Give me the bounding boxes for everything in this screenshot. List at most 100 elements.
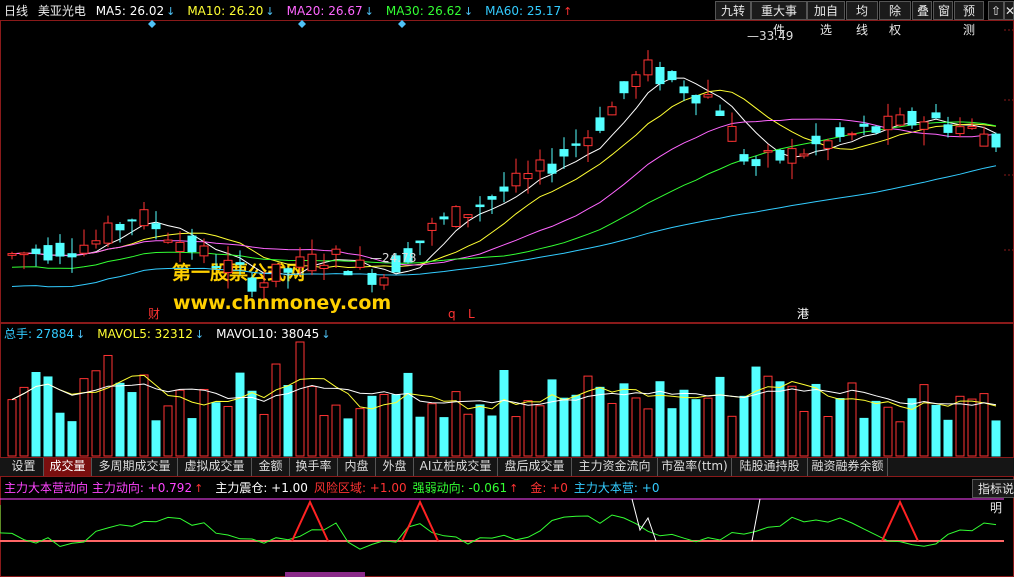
volume-bar	[655, 381, 665, 457]
candle-body	[31, 248, 41, 255]
volume-bar	[775, 381, 785, 457]
candle-body	[871, 126, 881, 133]
kline-chart[interactable]: —33.49 —24.78 财 q L 港	[0, 0, 1014, 577]
event-marker: 财	[148, 307, 160, 321]
candle-body	[811, 135, 821, 145]
volume-bar	[91, 370, 101, 457]
volume-bar	[691, 399, 701, 457]
candle-body	[487, 196, 497, 200]
volume-bar	[151, 420, 161, 457]
volume-bar	[895, 421, 905, 457]
candle-body	[883, 115, 893, 131]
event-marker: q	[448, 307, 456, 321]
candle-body	[379, 277, 389, 286]
candle-body	[235, 262, 245, 265]
candle-body	[415, 240, 425, 244]
candle-body	[943, 124, 953, 133]
volume-bar	[535, 405, 545, 457]
volume-bar	[943, 419, 953, 457]
candle-body	[43, 245, 53, 261]
candle-body	[355, 259, 365, 268]
volume-bar	[847, 382, 857, 457]
event-marker: 港	[797, 307, 809, 321]
event-marker: L	[468, 307, 475, 321]
high-price-label: —33.49	[747, 29, 793, 43]
volume-bar	[415, 416, 425, 457]
volume-bar	[607, 402, 617, 457]
volume-bar	[751, 366, 761, 457]
volume-bar	[319, 415, 329, 457]
volume-bar	[259, 413, 269, 457]
candle-body	[199, 245, 209, 257]
volume-bar	[907, 398, 917, 457]
volume-bar	[823, 416, 833, 457]
volume-bar	[991, 420, 1001, 457]
risk-spike	[881, 499, 919, 542]
candle-body	[367, 272, 377, 285]
candle-body	[547, 163, 557, 174]
volume-bar	[703, 397, 713, 457]
volume-bar	[511, 416, 521, 457]
volume-bar	[283, 385, 293, 457]
volume-bar	[235, 372, 245, 457]
candle-body	[895, 114, 905, 126]
candle-body	[7, 253, 17, 256]
candle-body	[511, 172, 521, 187]
volume-bar	[187, 418, 197, 457]
event-diamond-icon	[148, 20, 156, 28]
candle-body	[619, 81, 629, 94]
volume-bar	[439, 417, 449, 457]
volume-bar	[175, 389, 185, 457]
candle-body	[559, 149, 569, 157]
candle-body	[19, 252, 29, 256]
candle-body	[979, 133, 989, 147]
candle-body	[667, 71, 677, 81]
volume-bar	[715, 376, 725, 457]
candle-body	[715, 110, 725, 117]
candle-body	[571, 143, 581, 146]
volume-bar	[679, 389, 689, 457]
candle-body	[295, 256, 305, 268]
volume-bar	[919, 384, 929, 457]
candle-body	[991, 133, 1001, 148]
volume-bar	[799, 410, 809, 457]
candle-body	[931, 112, 941, 119]
candle-body	[283, 268, 293, 273]
candle-body	[187, 235, 197, 253]
volume-bar	[127, 392, 137, 457]
volume-bar	[571, 394, 581, 457]
volume-bar	[247, 390, 257, 457]
candle-body	[787, 148, 797, 164]
volume-bar	[835, 398, 845, 457]
candle-body	[679, 86, 689, 94]
volume-bar	[727, 415, 737, 457]
volume-bar	[115, 382, 125, 457]
candle-body	[655, 67, 665, 85]
volume-bar	[667, 408, 677, 457]
candle-body	[643, 59, 653, 76]
volume-bar	[367, 395, 377, 457]
candle-body	[847, 133, 857, 136]
volume-bar	[343, 418, 353, 457]
candle-body	[691, 94, 701, 104]
volume-bar	[139, 374, 149, 457]
volume-bar	[883, 406, 893, 457]
candle-body	[703, 94, 713, 98]
shakeout-line	[631, 498, 657, 542]
event-diamond-icon	[298, 20, 306, 28]
candle-body	[271, 263, 281, 282]
candle-body	[319, 264, 329, 270]
volume-bar	[967, 398, 977, 457]
volume-bar	[55, 412, 65, 457]
volume-bar	[499, 370, 509, 457]
candle-body	[907, 110, 917, 126]
volume-bar	[475, 404, 485, 457]
event-diamond-icon	[398, 20, 406, 28]
volume-bar	[427, 403, 437, 457]
candle-body	[151, 223, 161, 230]
candle-body	[823, 140, 833, 149]
candle-body	[427, 222, 437, 231]
candle-body	[751, 159, 761, 167]
volume-bar	[163, 405, 173, 457]
volume-bar	[67, 421, 77, 457]
